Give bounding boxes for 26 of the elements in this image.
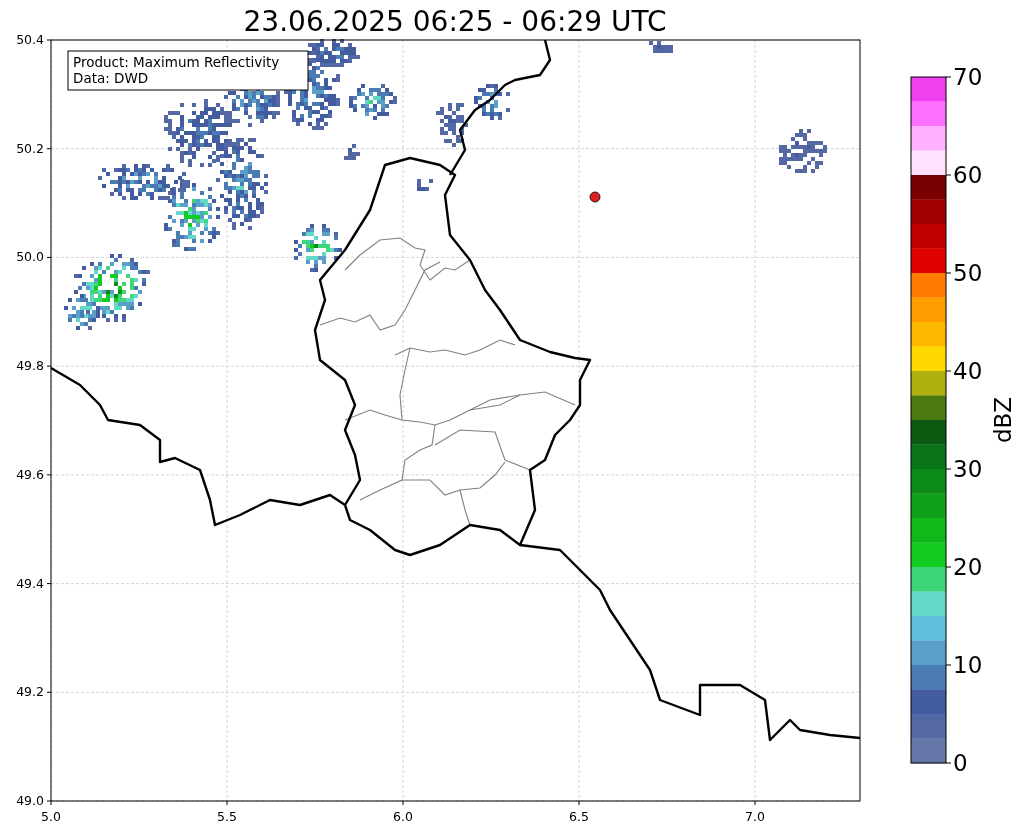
location-dot <box>589 191 601 203</box>
colorbar-tick-label: 50 <box>953 260 983 286</box>
x-tick-label: 7.0 <box>745 809 765 824</box>
y-tick-label: 50.2 <box>16 140 44 156</box>
colorbar-tick-label: 70 <box>953 64 983 90</box>
colorbar-tick-label: 60 <box>953 162 983 188</box>
x-tick-label: 6.0 <box>393 809 413 824</box>
colorbar-tick-label: 40 <box>953 358 983 384</box>
x-tick-label: 6.5 <box>569 809 589 824</box>
annotation-text: Product: Maximum Reflectivity <box>73 54 280 70</box>
annotation-text: Data: DWD <box>73 70 149 86</box>
y-tick-label: 49.6 <box>16 466 44 482</box>
colorbar-tick-label: 20 <box>953 554 983 580</box>
y-tick-label: 49.8 <box>16 358 44 374</box>
x-tick-label: 5.0 <box>41 809 61 824</box>
colorbar-label: dBZ <box>990 396 1016 444</box>
chart-title: 23.06.2025 06:25 - 06:29 UTC <box>243 5 667 38</box>
y-tick-label: 49.2 <box>16 684 44 700</box>
y-tick-label: 49.4 <box>16 575 44 591</box>
y-tick-label: 50.0 <box>16 249 44 265</box>
colorbar-tick-label: 10 <box>953 652 983 678</box>
y-tick-label: 50.4 <box>16 32 44 47</box>
colorbar-tick-label: 30 <box>953 456 983 482</box>
y-tick-label: 49.0 <box>16 793 44 808</box>
colorbar-tick-label: 0 <box>953 750 968 776</box>
x-tick-label: 5.5 <box>217 809 237 824</box>
